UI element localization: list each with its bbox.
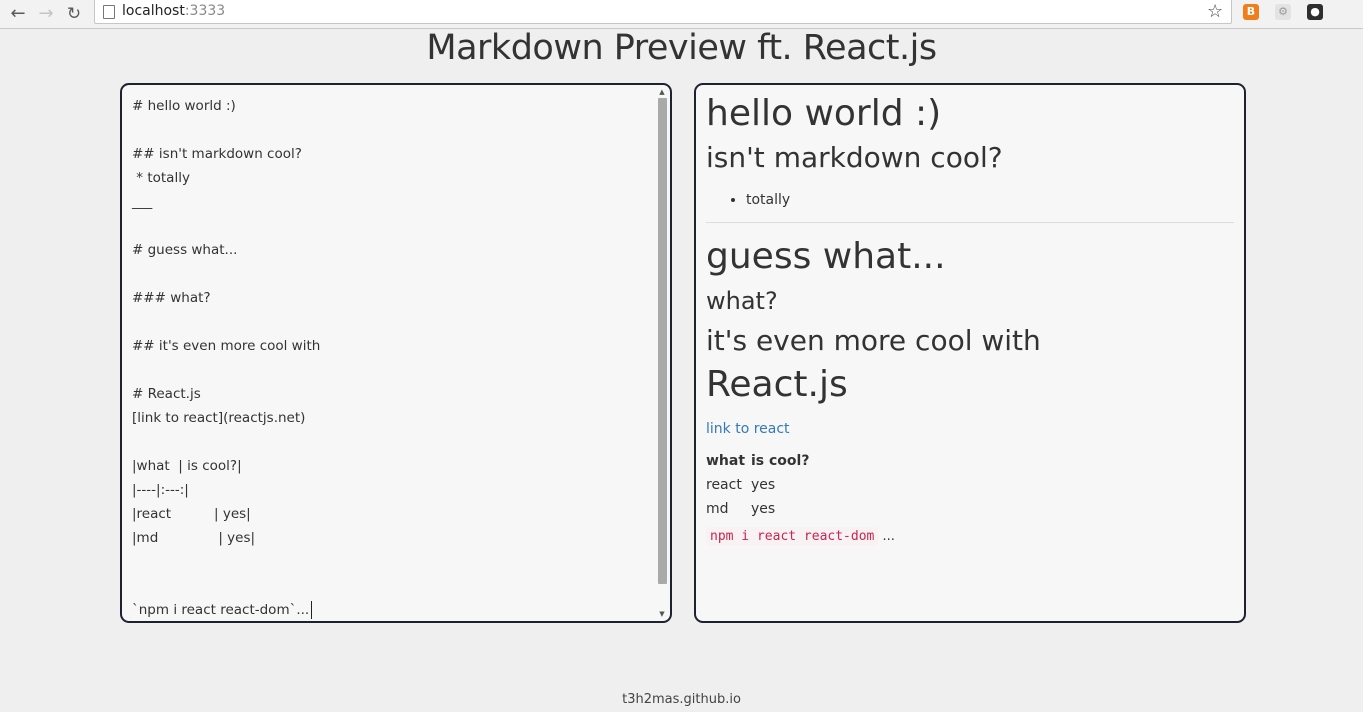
table-cell: react: [706, 477, 742, 493]
code-suffix: ...: [882, 529, 895, 544]
url-text: localhost:3333: [122, 3, 225, 19]
editor-line: |react | yes|: [132, 506, 251, 522]
preview-heading-cool: it's even more cool with: [706, 324, 1041, 357]
markdown-preview: hello world :) isn't markdown cool? tota…: [694, 83, 1246, 623]
preview-heading-guess: guess what...: [706, 236, 946, 277]
markdown-editor[interactable]: # hello world :) ## isn't markdown cool? …: [120, 83, 672, 623]
page-icon: [103, 5, 115, 19]
link-to-react[interactable]: link to react: [706, 409, 1234, 449]
table-cell: yes: [751, 501, 776, 517]
preview-divider: [706, 222, 1234, 223]
back-arrow-icon[interactable]: ←: [7, 3, 29, 25]
page-title: Markdown Preview ft. React.js: [426, 28, 937, 68]
blogger-extension-icon[interactable]: B: [1243, 4, 1259, 20]
forward-arrow-icon[interactable]: →: [35, 3, 57, 25]
editor-line: * totally: [132, 170, 190, 186]
preview-heading-what: what?: [706, 287, 778, 315]
table-header-row: what is cool?: [706, 449, 809, 473]
address-bar[interactable]: localhost:3333 ☆: [94, 0, 1232, 24]
incognito-extension-icon[interactable]: ●: [1307, 4, 1323, 20]
table-cell: md: [706, 501, 729, 517]
list-item: totally: [746, 178, 1234, 222]
editor-line: ___: [132, 194, 153, 210]
preview-heading-markdown: isn't markdown cool?: [706, 141, 1003, 174]
inline-code: npm i react react-dom: [706, 527, 879, 546]
editor-line: |----|:---:|: [132, 482, 189, 498]
text-caret: [311, 601, 313, 619]
table-row: react yes: [706, 473, 809, 497]
scroll-thumb[interactable]: [658, 98, 667, 584]
url-host: localhost: [122, 3, 185, 19]
editor-line: # hello world :): [132, 98, 236, 114]
table-header-what: what: [706, 453, 746, 469]
editor-line: [link to react](reactjs.net): [132, 410, 306, 426]
editor-line: # guess what...: [132, 242, 238, 258]
editor-scrollbar[interactable]: ▲ ▼: [656, 87, 668, 619]
editor-line: |md | yes|: [132, 530, 256, 546]
preview-code-line: npm i react react-dom ...: [706, 525, 1234, 549]
preview-list: totally: [706, 178, 1234, 222]
browser-toolbar: ← → ↻ localhost:3333 ☆ B ⚙ ●: [0, 0, 1363, 29]
scroll-up-arrow-icon[interactable]: ▲: [656, 87, 668, 97]
preview-heading-react: React.js: [706, 364, 848, 405]
table-row: md yes: [706, 497, 809, 521]
footer-link[interactable]: t3h2mas.github.io: [0, 692, 1363, 707]
preview-table: what is cool? react yes md yes: [706, 449, 809, 521]
preview-heading-hello: hello world :): [706, 93, 942, 134]
editor-line: ### what?: [132, 290, 211, 306]
bookmark-star-icon[interactable]: ☆: [1207, 1, 1223, 22]
editor-line: ## isn't markdown cool?: [132, 146, 302, 162]
editor-line: `npm i react react-dom`...: [132, 598, 652, 622]
editor-line: # React.js: [132, 386, 201, 402]
table-cell: yes: [751, 477, 776, 493]
reload-icon[interactable]: ↻: [63, 3, 85, 25]
table-header-is-cool: is cool?: [751, 453, 810, 469]
settings-extension-icon[interactable]: ⚙: [1275, 4, 1291, 20]
url-port: :3333: [184, 3, 226, 19]
editor-line: ## it's even more cool with: [132, 338, 321, 354]
editor-textarea[interactable]: # hello world :) ## isn't markdown cool? …: [132, 94, 652, 622]
scroll-down-arrow-icon[interactable]: ▼: [656, 609, 668, 619]
editor-line: |what | is cool?|: [132, 458, 242, 474]
